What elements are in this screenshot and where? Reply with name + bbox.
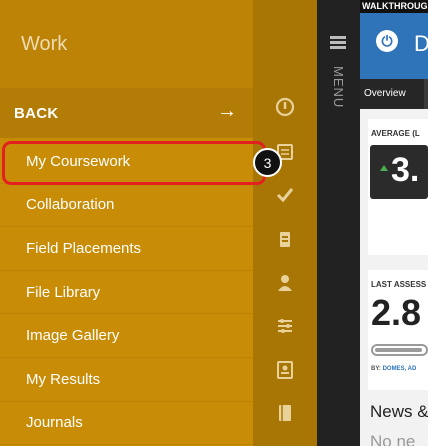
average-value-box: 3. <box>370 145 428 199</box>
nav-item-image-gallery[interactable]: Image Gallery <box>0 314 253 358</box>
nav-item-label: File Library <box>26 283 101 301</box>
field-placements-icon[interactable] <box>273 227 297 251</box>
trend-up-icon <box>380 165 388 171</box>
nav-list: My Coursework Collaboration Field Placem… <box>0 140 253 446</box>
back-label: BACK <box>14 105 59 122</box>
progress-bar-fill <box>375 348 422 352</box>
nav-item-collaboration[interactable]: Collaboration <box>0 184 253 228</box>
journals-icon[interactable] <box>273 401 297 425</box>
by-prefix: BY: <box>371 366 381 372</box>
screen: Work BACK → My Coursework Collaboration … <box>0 0 428 446</box>
nav-item-journals[interactable]: Journals <box>0 402 253 446</box>
app-header: ⏻ D <box>360 13 428 79</box>
dashboard-icon[interactable] <box>273 95 297 119</box>
average-card: AVERAGE (L 3. <box>368 119 428 255</box>
nav-item-label: My Results <box>26 370 101 388</box>
last-assessment-value: 2.8 <box>371 292 422 333</box>
walkthrough-banner: WALKTHROUG <box>360 0 428 13</box>
menu-strip: MENU <box>317 0 360 446</box>
assessor-line: BY: DOMES, AD <box>371 366 416 372</box>
checkmark-icon[interactable] <box>273 183 297 207</box>
progress-bar <box>371 344 428 356</box>
highlight-box <box>2 141 266 185</box>
news-heading: News & <box>370 402 428 421</box>
nav-item-label: Collaboration <box>26 196 115 214</box>
work-nav-panel: Work BACK → My Coursework Collaboration … <box>0 0 253 446</box>
nav-title: Work <box>21 33 68 55</box>
step-badge: 3 <box>253 148 282 177</box>
card-label: LAST ASSESS <box>371 280 427 289</box>
menu-label[interactable]: MENU <box>330 66 346 116</box>
nav-item-label: Field Placements <box>26 239 142 257</box>
icon-strip <box>253 0 317 446</box>
app-panel: WALKTHROUG ⏻ D Overview AVERAGE (L 3. LA… <box>360 0 428 446</box>
app-logo-icon[interactable]: ⏻ <box>376 30 398 52</box>
nav-item-label: Image Gallery <box>26 327 120 345</box>
back-button[interactable]: BACK → <box>0 88 253 138</box>
tab-overview[interactable]: Overview <box>364 88 406 99</box>
results-icon[interactable] <box>273 358 297 382</box>
news-empty-text: No ne <box>370 432 416 446</box>
arrow-right-icon: → <box>217 100 237 122</box>
people-icon[interactable] <box>273 271 297 295</box>
app-header-title: D <box>414 31 428 56</box>
settings-icon[interactable] <box>273 314 297 338</box>
nav-item-file-library[interactable]: File Library <box>0 271 253 315</box>
assessor-link[interactable]: DOMES, AD <box>383 366 417 372</box>
tab-bar: Overview <box>360 79 428 109</box>
nav-item-label: Journals <box>26 414 83 432</box>
tab-divider <box>424 79 428 109</box>
last-assessment-card: LAST ASSESS 2.8 BY: DOMES, AD <box>368 270 428 390</box>
hamburger-icon[interactable] <box>330 36 346 49</box>
nav-header: Work <box>0 0 253 88</box>
average-value: 3. <box>391 151 420 189</box>
nav-item-field-placements[interactable]: Field Placements <box>0 227 253 271</box>
card-label: AVERAGE (L <box>371 129 420 138</box>
nav-item-my-results[interactable]: My Results <box>0 358 253 402</box>
